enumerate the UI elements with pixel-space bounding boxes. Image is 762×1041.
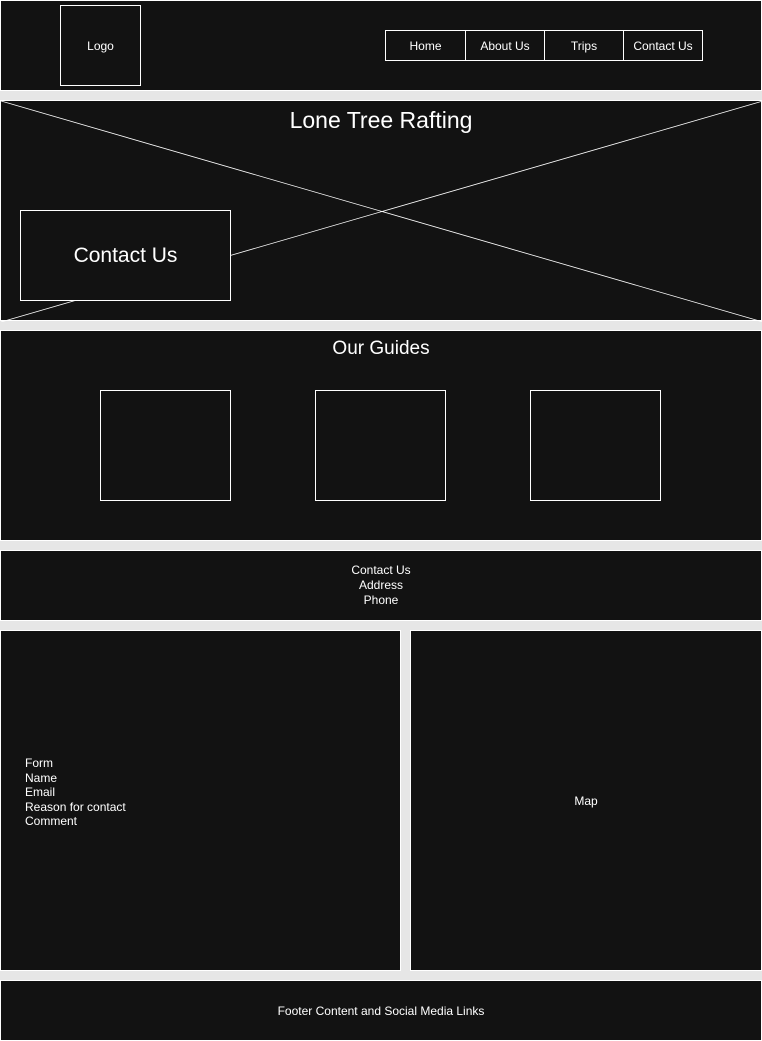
form-field-name[interactable]: Name <box>25 771 126 786</box>
guide-card-1[interactable] <box>100 390 231 501</box>
nav-item-home[interactable]: Home <box>385 30 466 61</box>
form-field-comment[interactable]: Comment <box>25 814 126 829</box>
nav-item-contact-us[interactable]: Contact Us <box>623 30 703 61</box>
logo-label: Logo <box>87 38 114 53</box>
main-nav: Home About Us Trips Contact Us <box>385 30 706 61</box>
nav-item-label: Contact Us <box>633 38 693 53</box>
contact-info-section: Contact Us Address Phone <box>0 550 762 621</box>
guides-title: Our Guides <box>332 338 430 359</box>
contact-info-heading: Contact Us <box>351 563 411 577</box>
form-heading: Form <box>25 756 53 770</box>
contact-info-address: Address <box>358 578 404 592</box>
form-field-reason[interactable]: Reason for contact <box>25 800 126 815</box>
map-label: Map <box>574 793 598 808</box>
guide-card-3[interactable] <box>530 390 661 501</box>
nav-item-label: Home <box>409 38 442 53</box>
map-placeholder[interactable]: Map <box>410 630 762 971</box>
form-field-email[interactable]: Email <box>25 785 126 800</box>
contact-info-phone: Phone <box>363 593 399 607</box>
logo-placeholder[interactable]: Logo <box>60 5 141 86</box>
nav-item-about-us[interactable]: About Us <box>465 30 545 61</box>
nav-item-label: About Us <box>480 38 530 53</box>
footer-text: Footer Content and Social Media Links <box>277 1003 485 1018</box>
hero-cta-label: Contact Us <box>73 243 178 267</box>
hero-contact-us-button[interactable]: Contact Us <box>20 210 231 301</box>
footer: Footer Content and Social Media Links <box>0 980 762 1041</box>
nav-item-label: Trips <box>570 38 598 53</box>
contact-form-outline: Form Name Email Reason for contact Comme… <box>25 756 126 829</box>
guide-card-2[interactable] <box>315 390 446 501</box>
nav-item-trips[interactable]: Trips <box>544 30 624 61</box>
hero-title: Lone Tree Rafting <box>289 107 473 133</box>
